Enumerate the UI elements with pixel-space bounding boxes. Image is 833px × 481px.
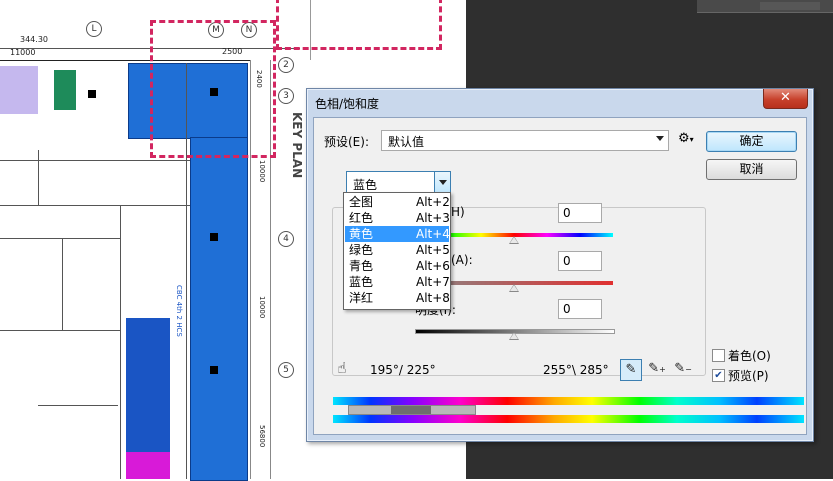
key-plan-label: KEY PLAN xyxy=(290,112,304,179)
zone-green xyxy=(54,70,76,110)
grid-label: 2 xyxy=(278,57,294,73)
grid-label: 4 xyxy=(278,231,294,247)
wall xyxy=(0,238,120,239)
column-marker xyxy=(88,90,96,98)
dimension-text: 11000 xyxy=(10,48,36,57)
grid-label: 3 xyxy=(278,88,294,104)
channel-option[interactable]: 绿色 Alt+5 xyxy=(345,242,450,258)
range-slider-core[interactable] xyxy=(391,406,431,414)
wall xyxy=(38,150,39,205)
eyedropper-icon[interactable]: ✎ xyxy=(620,359,642,381)
channel-option-highlighted[interactable]: 黄色 Alt+4 xyxy=(345,226,450,242)
hue-label: H) xyxy=(451,205,465,219)
dialog-title: 色相/饱和度 xyxy=(315,97,380,111)
wall xyxy=(0,160,190,161)
channel-option[interactable]: 蓝色 Alt+7 xyxy=(345,274,450,290)
wall xyxy=(0,205,190,206)
wall xyxy=(62,238,63,330)
saturation-input[interactable]: 0 xyxy=(558,251,602,271)
chevron-down-icon xyxy=(656,136,664,141)
preset-value: 默认值 xyxy=(388,135,425,149)
zone-blue-corridor xyxy=(190,137,248,481)
cancel-button[interactable]: 取消 xyxy=(706,159,797,180)
dimension-text: 10000 xyxy=(258,296,266,319)
grid-label: 5 xyxy=(278,362,294,378)
range-left: 195°/ 225° xyxy=(370,363,436,377)
colorize-label: 着色(O) xyxy=(728,349,771,363)
zone-blue-lower xyxy=(126,318,170,452)
eyedropper-minus-icon[interactable]: ✎− xyxy=(673,359,693,379)
channel-option[interactable]: 红色 Alt+3 xyxy=(345,210,450,226)
hue-slider-thumb[interactable] xyxy=(509,236,519,244)
source-spectrum-bar xyxy=(333,397,804,405)
column-marker xyxy=(210,233,218,241)
preset-select[interactable]: 默认值 xyxy=(381,130,669,151)
ok-button[interactable]: 确定 xyxy=(706,131,797,152)
channel-dropdown-button[interactable] xyxy=(434,172,450,194)
close-button[interactable]: ✕ xyxy=(763,89,808,109)
room-label: CBC 4th 2 HCS xyxy=(175,285,183,337)
hand-icon[interactable]: ☝ xyxy=(332,358,352,378)
zone-magenta xyxy=(126,452,170,479)
wall xyxy=(38,405,118,406)
preview-checkbox[interactable]: ✔ xyxy=(712,369,725,382)
channel-dropdown-list: 全图 Alt+2 红色 Alt+3 黄色 Alt+4 绿色 Alt+5 青色 Alt+6 … xyxy=(343,192,451,310)
eyedropper-plus-icon[interactable]: ✎+ xyxy=(647,359,667,379)
hue-input[interactable]: 0 xyxy=(558,203,602,223)
result-spectrum-bar xyxy=(333,415,804,423)
dashed-highlight xyxy=(276,0,442,50)
dimension-text: 10000 xyxy=(258,160,266,183)
wall xyxy=(0,330,120,331)
saturation-slider-thumb[interactable] xyxy=(509,284,519,292)
column-marker xyxy=(210,366,218,374)
range-slider[interactable] xyxy=(348,405,476,415)
chevron-down-icon xyxy=(439,180,447,185)
options-bar-control xyxy=(760,2,820,10)
preview-label: 预览(P) xyxy=(728,369,769,383)
channel-option[interactable]: 青色 Alt+6 xyxy=(345,258,450,274)
dimension-text: 56800 xyxy=(258,425,266,448)
zone-lavender xyxy=(0,66,38,114)
grid-label: L xyxy=(86,21,102,37)
lightness-input[interactable]: 0 xyxy=(558,299,602,319)
channel-option[interactable]: 全图 Alt+2 xyxy=(345,194,450,210)
colorize-checkbox[interactable] xyxy=(712,349,725,362)
gear-icon[interactable]: ⚙▾ xyxy=(678,131,694,146)
channel-option[interactable]: 洋红 Alt+8 xyxy=(345,290,450,306)
dashed-highlight xyxy=(150,20,276,158)
range-right: 255°\ 285° xyxy=(543,363,609,377)
preset-label: 预设(E): xyxy=(324,135,369,149)
channel-value: 蓝色 xyxy=(353,178,378,192)
saturation-label: (A): xyxy=(451,253,473,267)
lightness-slider-thumb[interactable] xyxy=(509,332,519,340)
wall xyxy=(120,205,121,479)
dimension-text: 344.30 xyxy=(20,35,48,44)
